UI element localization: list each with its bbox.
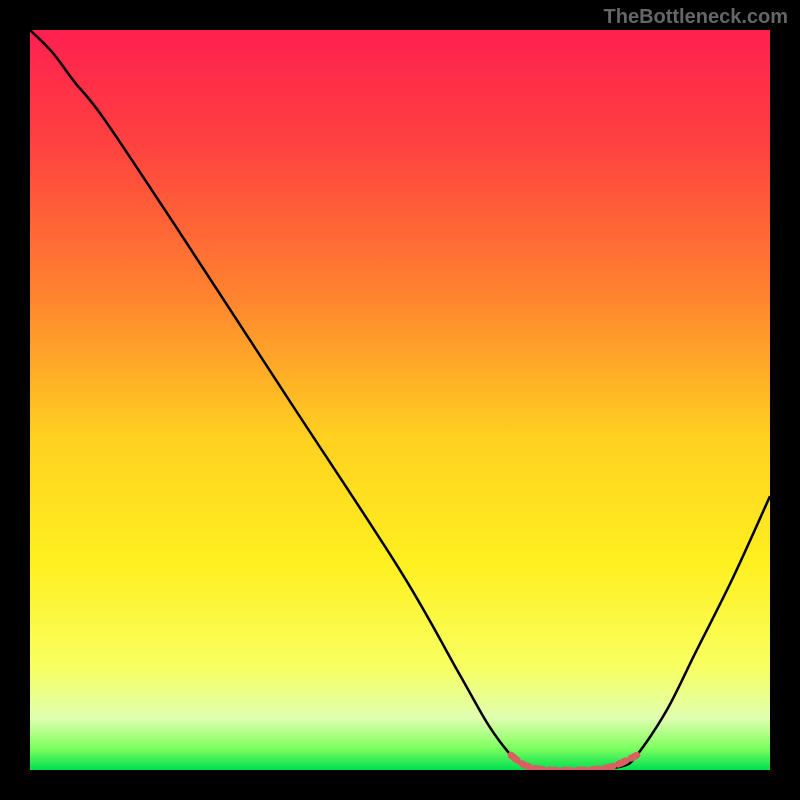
chart-plot-area (30, 30, 770, 770)
chart-background (30, 30, 770, 770)
watermark-text: TheBottleneck.com (604, 6, 788, 29)
chart-svg (30, 30, 770, 770)
